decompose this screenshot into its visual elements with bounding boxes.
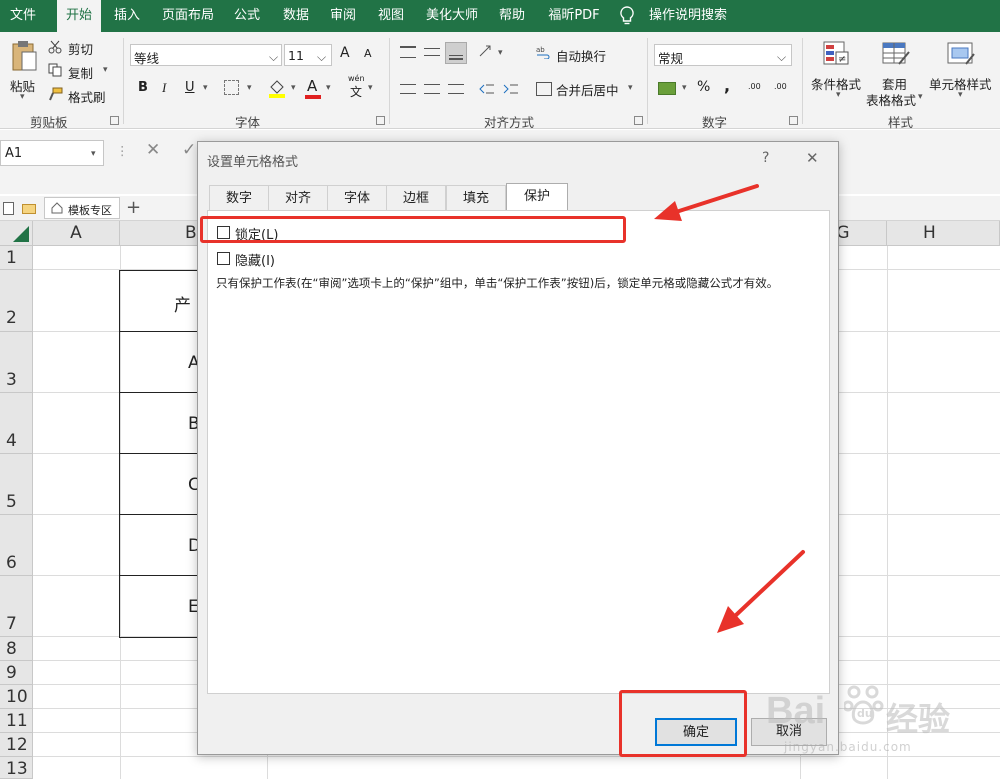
arrow-to-ok <box>717 550 805 633</box>
svg-text:du: du <box>857 707 873 720</box>
watermark-logo: Bai <box>766 690 826 732</box>
paw-icon: du <box>842 684 884 728</box>
arrow-to-locked <box>654 184 759 221</box>
watermark-brand-suffix: 经验 <box>886 700 951 738</box>
watermark-url: jingyan.baidu.com <box>784 740 912 754</box>
baidu-watermark: Bai du 经验 jingyan.baidu.com <box>766 685 1000 779</box>
annotation-arrows <box>654 184 805 633</box>
